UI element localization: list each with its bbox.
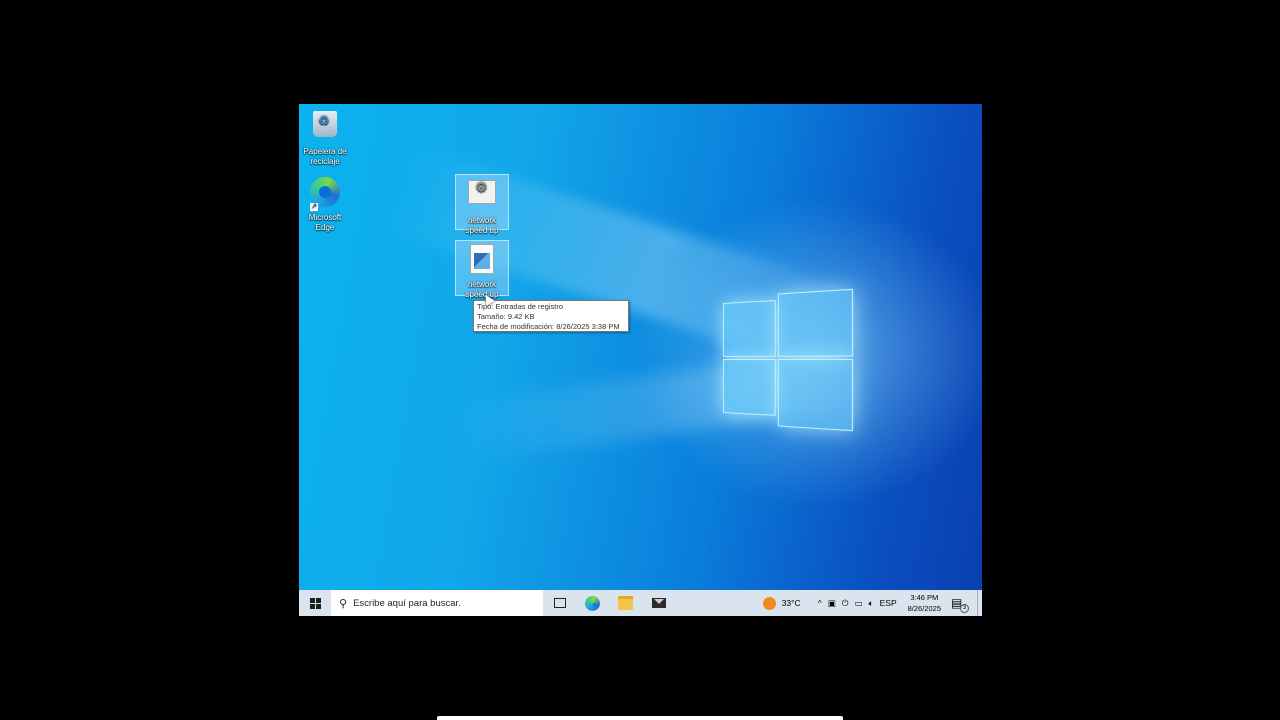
desktop-icon-label: Papelera de reciclaje	[303, 147, 347, 166]
clock[interactable]: 3:46 PM 8/26/2025	[908, 592, 941, 614]
action-center-button[interactable]: ▤ 3	[951, 596, 971, 613]
task-view-icon	[553, 598, 566, 608]
chevron-up-icon[interactable]: ^	[818, 598, 822, 608]
desktop-icon-edge[interactable]: ↗ Microsoft Edge	[299, 174, 351, 233]
task-view-button[interactable]	[543, 590, 576, 616]
tooltip-size: Tamaño: 9.42 KB	[477, 312, 535, 321]
language-indicator[interactable]: ESP	[880, 598, 897, 608]
system-tray: ^ ▣ ⏻ ▭ 🔈︎ ESP	[815, 598, 900, 609]
tooltip-type: Tipo: Entradas de registro	[477, 302, 564, 311]
bottom-handle-bar	[437, 716, 843, 720]
notification-badge: 3	[960, 604, 969, 613]
weather-widget[interactable]: 33°C	[762, 596, 801, 610]
edge-icon	[585, 595, 600, 611]
taskbar-search-box[interactable]: ⚲ Escribe aquí para buscar.	[331, 590, 543, 616]
clock-time: 3:46 PM	[910, 593, 939, 602]
search-placeholder: Escribe aquí para buscar.	[353, 597, 461, 609]
taskbar-mail-button[interactable]	[642, 590, 675, 616]
taskbar-edge-button[interactable]	[576, 590, 609, 616]
sun-icon	[762, 596, 776, 610]
desktop-icon-recycle-bin[interactable]: Papelera de reciclaje	[299, 108, 351, 167]
recycle-bin-icon	[308, 111, 342, 145]
start-button[interactable]	[299, 590, 331, 616]
desktop-icon-network-speed-up-2[interactable]: network speed up	[455, 240, 509, 299]
clock-date: 8/26/2025	[907, 604, 941, 613]
mail-icon	[651, 598, 666, 608]
network-icon[interactable]: ▭	[854, 598, 862, 609]
desktop-icon-label: Microsoft Edge	[308, 213, 342, 232]
volume-icon[interactable]: 🔈︎	[869, 598, 874, 609]
plug-icon[interactable]: ⏻	[842, 598, 849, 609]
show-desktop-button[interactable]	[977, 590, 982, 616]
search-icon: ⚲	[339, 597, 348, 610]
folder-icon	[618, 596, 633, 610]
tooltip-modified: Fecha de modificación: 8/26/2025 3:38 PM	[477, 322, 620, 331]
windows-logo-wallpaper	[723, 288, 854, 432]
edge-icon: ↗	[308, 177, 342, 211]
settings-file-icon	[465, 180, 499, 214]
meet-now-icon[interactable]: ▣	[828, 598, 836, 609]
weather-temperature: 33°C	[781, 598, 801, 608]
taskbar-file-explorer-button[interactable]	[609, 590, 642, 616]
desktop-icon-label: network speed up	[465, 216, 499, 235]
desktop-icon-network-speed-up-1[interactable]: network speed up	[455, 174, 509, 235]
desktop: Papelera de reciclaje ↗ Microsoft Edge n…	[299, 104, 982, 616]
file-tooltip: Tipo: Entradas de registro Tamaño: 9.42 …	[473, 300, 629, 332]
registry-file-icon	[465, 244, 499, 278]
taskbar: ⚲ Escribe aquí para buscar. 33°C ^ ▣ ⏻ ▭…	[299, 590, 982, 616]
windows-icon	[309, 597, 321, 609]
